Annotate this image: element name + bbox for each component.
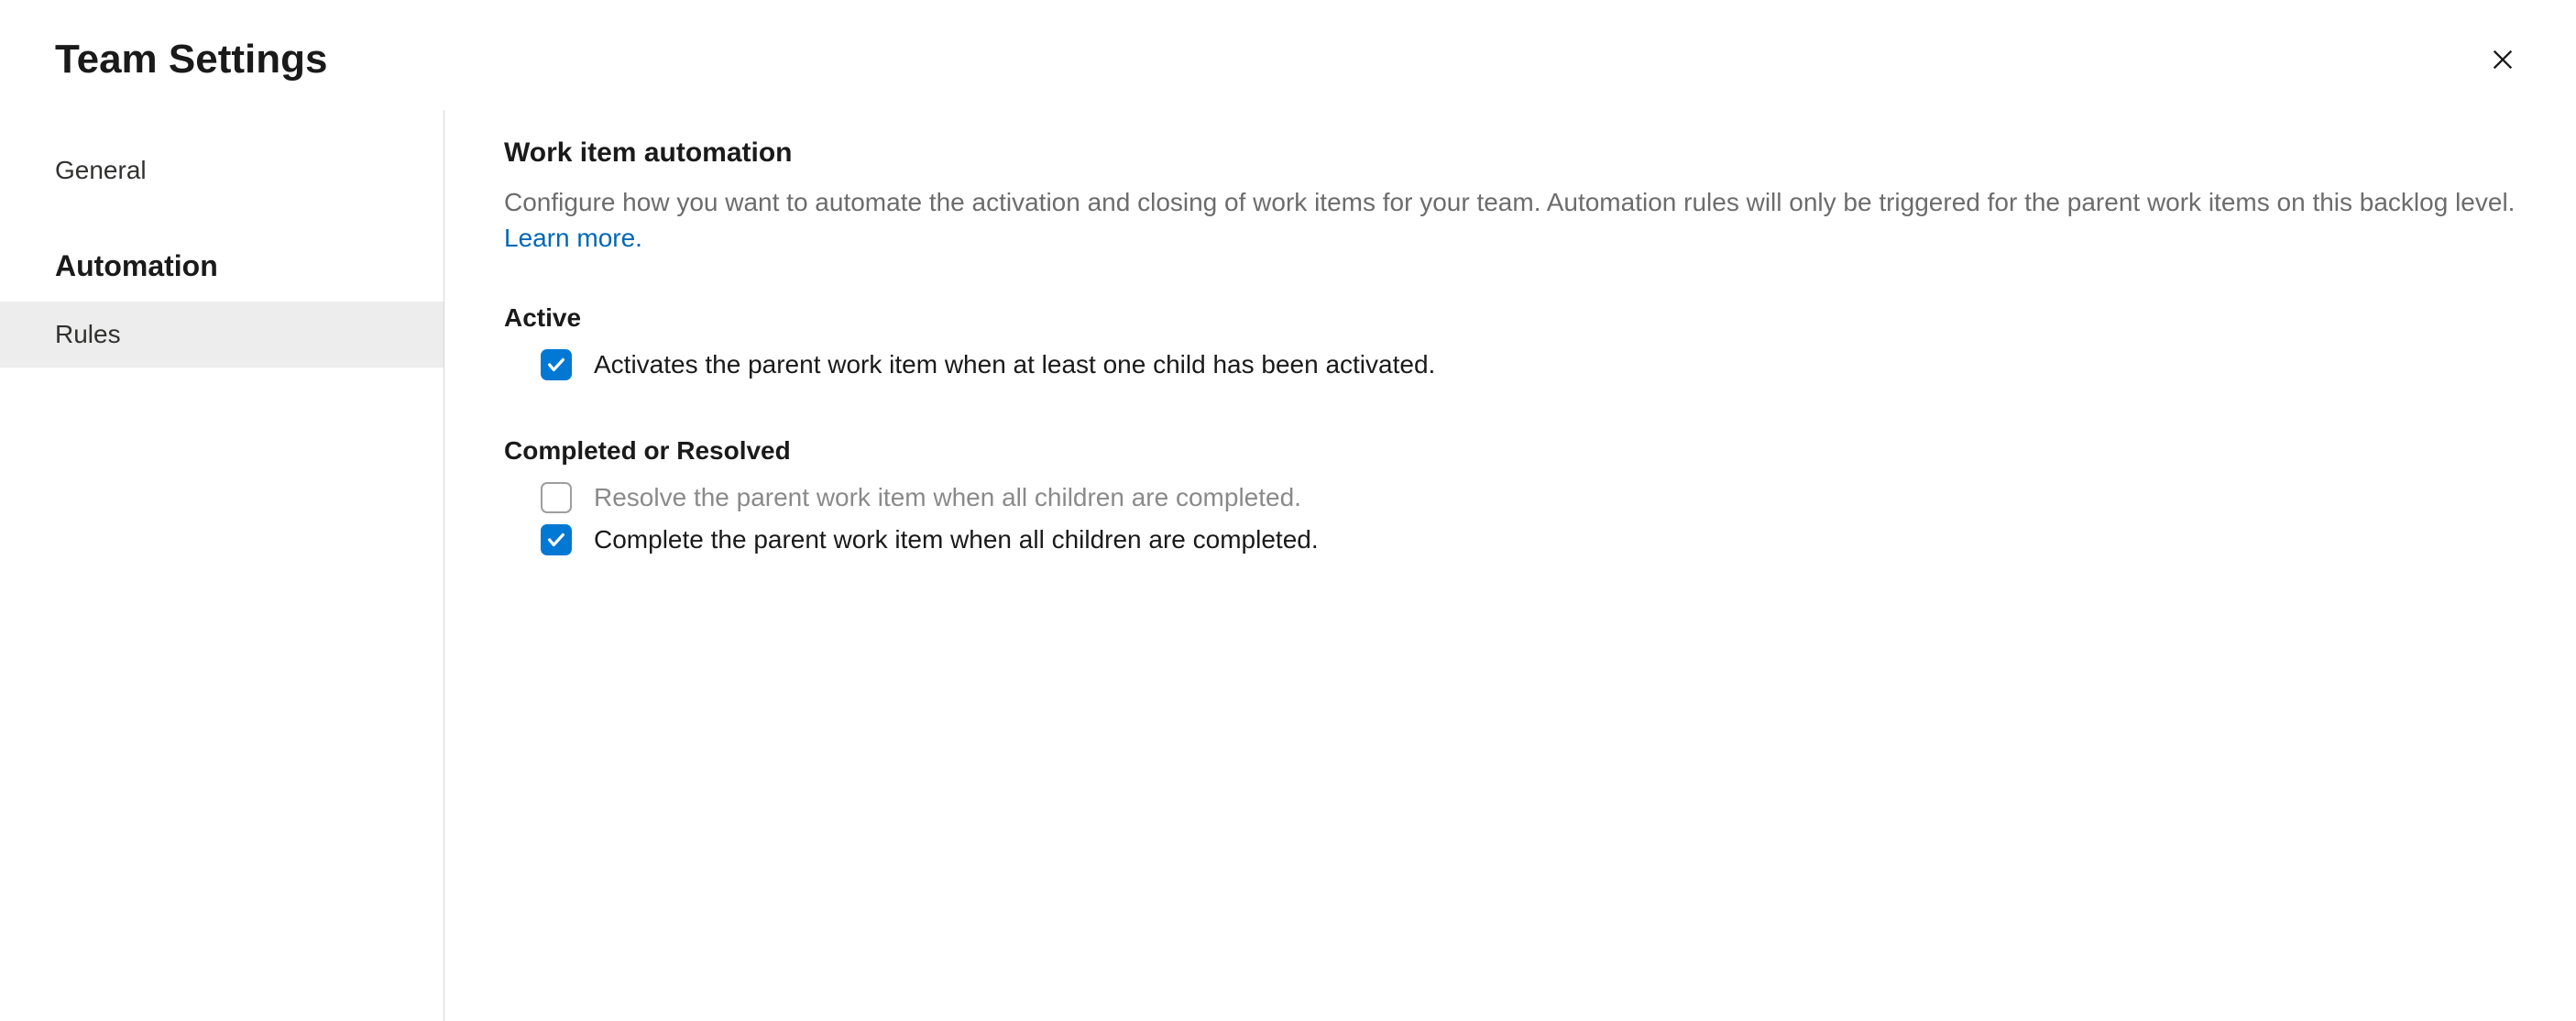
section-description: Configure how you want to automate the a… [504, 185, 2521, 220]
close-button[interactable] [2484, 41, 2521, 78]
rule-group: Completed or Resolved Resolve the parent … [504, 436, 2521, 561]
rule-groups-container: Active Activates the parent work item whe… [504, 303, 2521, 561]
dialog-header: Team Settings [0, 0, 2576, 110]
rule-group-title: Completed or Resolved [504, 436, 2521, 466]
team-settings-dialog: Team Settings GeneralAutomationRules Wor… [0, 0, 2576, 1021]
checkbox-label: Activates the parent work item when at l… [594, 350, 1435, 379]
sidebar: GeneralAutomationRules [0, 110, 444, 1021]
rule-resolve-parent: Resolve the parent work item when all ch… [504, 477, 2521, 519]
section-title: Work item automation [504, 137, 2521, 169]
learn-more-link[interactable]: Learn more. [504, 224, 642, 253]
checkbox-checked-icon[interactable] [541, 524, 572, 555]
checkbox-checked-icon[interactable] [541, 349, 572, 380]
rule-complete-parent[interactable]: Complete the parent work item when all c… [504, 519, 2521, 561]
dialog-title: Team Settings [55, 37, 327, 82]
rule-group-title: Active [504, 303, 2521, 333]
sidebar-heading-automation: Automation [0, 203, 444, 302]
check-icon [546, 530, 566, 550]
checkbox-label: Complete the parent work item when all c… [594, 525, 1319, 554]
content-panel: Work item automation Configure how you w… [444, 110, 2576, 1021]
sidebar-item-rules[interactable]: Rules [0, 302, 444, 368]
rule-activate-parent[interactable]: Activates the parent work item when at l… [504, 344, 2521, 386]
checkbox-unchecked-icon [541, 482, 572, 513]
rule-group: Active Activates the parent work item whe… [504, 303, 2521, 386]
checkbox-label: Resolve the parent work item when all ch… [594, 483, 1301, 512]
close-icon [2490, 47, 2516, 72]
dialog-body: GeneralAutomationRules Work item automat… [0, 110, 2576, 1021]
sidebar-item-general[interactable]: General [0, 137, 444, 203]
check-icon [546, 355, 566, 375]
